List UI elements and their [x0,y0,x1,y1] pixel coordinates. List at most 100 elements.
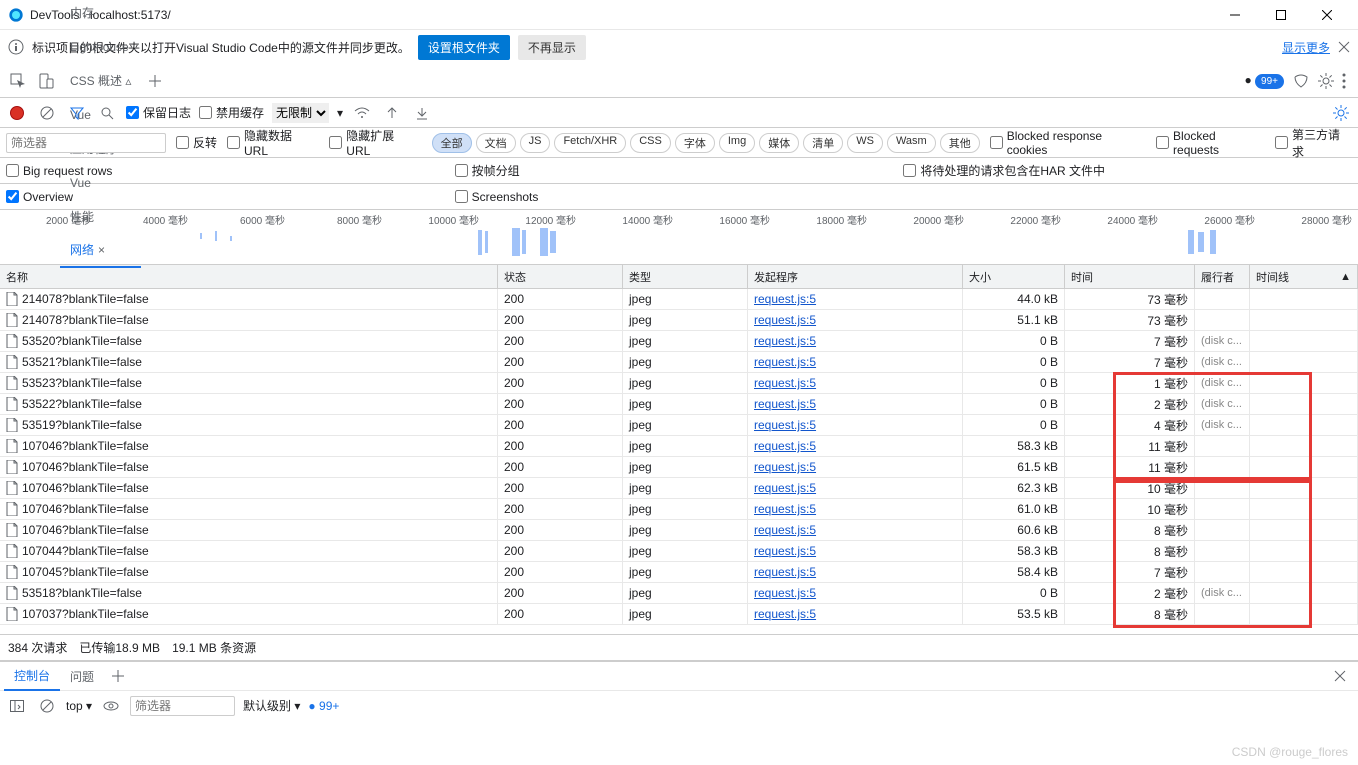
clear-button[interactable] [36,102,58,124]
table-row[interactable]: 107044?blankTile=false200jpegrequest.js:… [0,541,1358,562]
close-info-icon[interactable] [1338,41,1350,53]
screenshots-checkbox[interactable]: Screenshots [455,190,539,204]
issues-badge[interactable]: ● 99+ [1244,73,1284,89]
settings-icon[interactable] [1318,73,1334,89]
big-rows-checkbox[interactable]: Big request rows [6,164,112,178]
filter-input[interactable] [6,133,166,153]
cell-name: 107046?blankTile=false [0,499,498,520]
show-more-link[interactable]: 显示更多 [1282,39,1330,56]
type-pill-Fetch/XHR[interactable]: Fetch/XHR [554,133,626,153]
wifi-icon[interactable] [351,102,373,124]
cell-time: 10 毫秒 [1065,499,1195,520]
hide-data-url-checkbox[interactable]: 隐藏数据 URL [227,127,319,158]
table-row[interactable]: 107046?blankTile=false200jpegrequest.js:… [0,520,1358,541]
group-frame-checkbox[interactable]: 按帧分组 [455,162,520,179]
type-pill-其他[interactable]: 其他 [940,133,980,153]
cell-size: 0 B [963,394,1065,415]
table-row[interactable]: 107037?blankTile=false200jpegrequest.js:… [0,604,1358,625]
inspect-icon[interactable] [4,67,32,95]
console-clear-icon[interactable] [36,695,58,717]
console-issues[interactable]: ● 99+ [308,699,339,713]
tab-内存[interactable]: 内存 [60,0,141,30]
drawer-tab-控制台[interactable]: 控制台 [4,661,60,691]
col-name[interactable]: 名称 [0,265,498,288]
table-row[interactable]: 214078?blankTile=false200jpegrequest.js:… [0,289,1358,310]
log-level-select[interactable]: 默认级别 ▾ [243,697,300,714]
col-time[interactable]: 时间 [1065,265,1195,288]
blocked-requests-checkbox[interactable]: Blocked requests [1156,129,1265,157]
request-table[interactable]: 214078?blankTile=false200jpegrequest.js:… [0,289,1358,634]
third-party-checkbox[interactable]: 第三方请求 [1275,126,1352,160]
table-row[interactable]: 53523?blankTile=false200jpegrequest.js:5… [0,373,1358,394]
type-pill-JS[interactable]: JS [520,133,551,153]
cell-status: 200 [498,310,623,331]
upload-icon[interactable] [381,102,403,124]
table-row[interactable]: 107045?blankTile=false200jpegrequest.js:… [0,562,1358,583]
table-row[interactable]: 53522?blankTile=false200jpegrequest.js:5… [0,394,1358,415]
col-type[interactable]: 类型 [623,265,748,288]
type-pill-全部[interactable]: 全部 [432,133,472,153]
table-row[interactable]: 53518?blankTile=false200jpegrequest.js:5… [0,583,1358,604]
table-row[interactable]: 53520?blankTile=false200jpegrequest.js:5… [0,331,1358,352]
throttle-caret[interactable]: ▾ [337,106,343,120]
tab-Lighthouse[interactable]: Lighthouse [60,30,141,64]
cell-status: 200 [498,436,623,457]
col-size[interactable]: 大小 [963,265,1065,288]
cell-type: jpeg [623,415,748,436]
add-drawer-tab-icon[interactable] [104,662,132,690]
console-filter-input[interactable] [130,696,235,716]
type-pill-字体[interactable]: 字体 [675,133,715,153]
cell-fulfilled: (disk c... [1195,583,1250,604]
drawer-tab-问题[interactable]: 问题 [60,661,104,691]
filter-toggle-icon[interactable] [66,102,88,124]
type-pill-文档[interactable]: 文档 [476,133,516,153]
type-pill-WS[interactable]: WS [847,133,883,153]
cell-name: 53523?blankTile=false [0,373,498,394]
table-row[interactable]: 107046?blankTile=false200jpegrequest.js:… [0,457,1358,478]
live-expression-icon[interactable] [100,695,122,717]
disable-cache-checkbox[interactable]: 禁用缓存 [199,104,264,121]
download-icon[interactable] [411,102,433,124]
set-root-button[interactable]: 设置根文件夹 [418,35,510,60]
close-button[interactable] [1304,1,1350,29]
console-sidebar-icon[interactable] [6,695,28,717]
col-waterfall[interactable]: 时间线▲ [1250,265,1358,288]
hide-ext-url-checkbox[interactable]: 隐藏扩展 URL [329,127,421,158]
table-row[interactable]: 107046?blankTile=false200jpegrequest.js:… [0,499,1358,520]
type-pill-媒体[interactable]: 媒体 [759,133,799,153]
table-row[interactable]: 53521?blankTile=false200jpegrequest.js:5… [0,352,1358,373]
maximize-button[interactable] [1258,1,1304,29]
add-tab-icon[interactable] [141,67,169,95]
more-icon[interactable] [1342,73,1346,89]
type-pill-清单[interactable]: 清单 [803,133,843,153]
record-button[interactable] [6,102,28,124]
invert-checkbox[interactable]: 反转 [176,134,217,151]
blocked-cookies-checkbox[interactable]: Blocked response cookies [990,129,1146,157]
throttle-select[interactable]: 无限制 [272,103,329,123]
table-row[interactable]: 53519?blankTile=false200jpegrequest.js:5… [0,415,1358,436]
cell-size: 62.3 kB [963,478,1065,499]
overview-checkbox[interactable]: Overview [6,190,73,204]
extensions-icon[interactable] [1292,74,1310,88]
table-row[interactable]: 107046?blankTile=false200jpegrequest.js:… [0,436,1358,457]
col-initiator[interactable]: 发起程序 [748,265,963,288]
table-row[interactable]: 107046?blankTile=false200jpegrequest.js:… [0,478,1358,499]
preserve-log-checkbox[interactable]: 保留日志 [126,104,191,121]
minimize-button[interactable] [1212,1,1258,29]
drawer-close-icon[interactable] [1326,670,1354,682]
search-icon[interactable] [96,102,118,124]
type-pill-CSS[interactable]: CSS [630,133,671,153]
timeline-overview[interactable]: 2000 毫秒4000 毫秒6000 毫秒8000 毫秒10000 毫秒1200… [0,210,1358,265]
col-status[interactable]: 状态 [498,265,623,288]
tab-CSS 概述 ▵[interactable]: CSS 概述 ▵ [60,64,141,98]
har-checkbox[interactable]: 将待处理的请求包含在HAR 文件中 [903,162,1105,179]
hide-button[interactable]: 不再显示 [518,35,586,60]
cell-name: 53518?blankTile=false [0,583,498,604]
console-context[interactable]: top ▾ [66,699,92,713]
type-pill-Img[interactable]: Img [719,133,755,153]
type-pill-Wasm[interactable]: Wasm [887,133,936,153]
col-fulfilled[interactable]: 履行者 [1195,265,1250,288]
network-settings-icon[interactable] [1330,102,1352,124]
device-icon[interactable] [32,67,60,95]
table-row[interactable]: 214078?blankTile=false200jpegrequest.js:… [0,310,1358,331]
